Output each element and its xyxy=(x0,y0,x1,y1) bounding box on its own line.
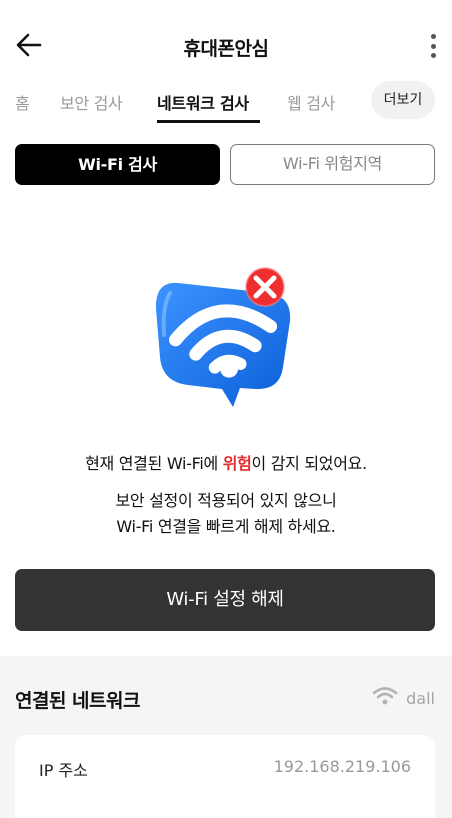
wifi-icon xyxy=(372,686,398,710)
tab-web-scan[interactable]: 웹 검사 xyxy=(287,90,335,114)
active-tab-indicator xyxy=(157,120,260,123)
network-name: dall xyxy=(406,688,435,708)
tab-network-scan[interactable]: 네트워크 검사 xyxy=(157,90,249,114)
wifi-danger-illustration xyxy=(150,265,300,415)
error-x-icon xyxy=(245,267,285,307)
kebab-menu-icon[interactable] xyxy=(428,32,438,60)
ip-address-label: IP 주소 xyxy=(39,761,88,780)
disconnect-wifi-button[interactable]: Wi-Fi 설정 해제 xyxy=(15,569,435,631)
network-name-row: dall xyxy=(372,686,435,710)
connected-network-section: 연결된 네트워크 dall IP 주소 192.168.219.106 xyxy=(0,656,452,818)
ip-address-value: 192.168.219.106 xyxy=(273,757,411,776)
tab-security-scan[interactable]: 보안 검사 xyxy=(60,90,123,114)
wifi-scan-button[interactable]: Wi-Fi 검사 xyxy=(15,144,220,185)
danger-message: 현재 연결된 Wi-Fi에 위험이 감지 되었어요. xyxy=(0,450,452,474)
wifi-risk-area-button[interactable]: Wi-Fi 위험지역 xyxy=(230,144,435,185)
danger-message-prefix: 현재 연결된 Wi-Fi에 xyxy=(85,454,223,473)
tab-home[interactable]: 홈 xyxy=(15,90,30,114)
advice-line-1: 보안 설정이 적용되어 있지 않으니 xyxy=(115,491,337,510)
network-info-card: IP 주소 192.168.219.106 xyxy=(15,735,435,818)
advice-line-2: Wi-Fi 연결을 빠르게 해제 하세요. xyxy=(116,517,336,536)
section-title: 연결된 네트워크 xyxy=(15,690,140,712)
app-header: 휴대폰안심 xyxy=(0,0,452,92)
danger-message-suffix: 이 감지 되었어요. xyxy=(251,454,368,473)
more-button[interactable]: 더보기 xyxy=(371,81,435,119)
advice-message: 보안 설정이 적용되어 있지 않으니 Wi-Fi 연결을 빠르게 해제 하세요. xyxy=(0,488,452,540)
danger-keyword: 위험 xyxy=(222,454,252,473)
page-title: 휴대폰안심 xyxy=(183,38,269,60)
category-tabs: 홈 보안 검사 네트워크 검사 웹 검사 더보기 xyxy=(0,80,452,124)
